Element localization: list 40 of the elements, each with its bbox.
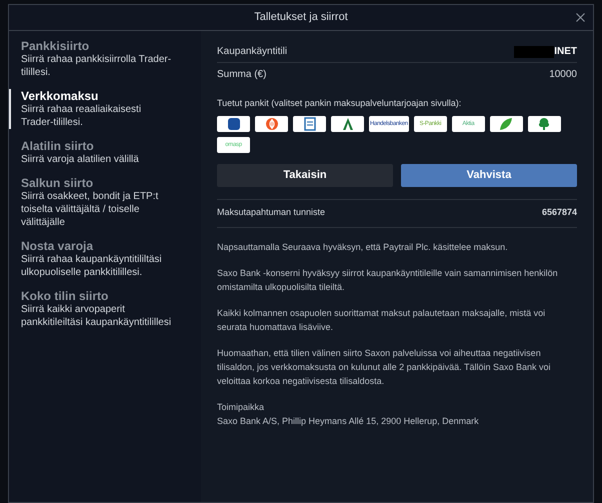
sidebar-item-description: Siirrä rahaa pankkisiirrolla Trader-tilillesi.: [21, 53, 172, 79]
info-paragraph: Saxo Bank -konserni hyväksyy siirrot kaupankäyntitileille vain samannimisen henkilön omistamilta ulkopuolisilta tileiltä.: [217, 266, 559, 294]
bank-tile[interactable]: [528, 116, 561, 132]
close-icon[interactable]: [576, 13, 585, 22]
sidebar-item[interactable]: Koko tilin siirto Siirrä kaikki arvopaperit pankkitileiltäsi kaupankäyntitilillesi: [9, 289, 201, 329]
sidebar-item-title: Pankkisiirto: [21, 39, 90, 53]
bank-tile[interactable]: [217, 116, 250, 132]
bank-tile[interactable]: [293, 116, 326, 132]
sidebar-item-title: Nosta varoja: [21, 239, 94, 253]
sidebar-item-description: Siirrä osakkeet, bondit ja ETP:t toiselta välittäjältä / toiselle välittäjälle: [21, 190, 160, 229]
field-value: INET: [554, 45, 577, 59]
sidebar-item-description: Siirrä rahaa reaaliaikaisesti Trader-tilillesi.: [21, 103, 142, 129]
sidebar-item[interactable]: Salkun siirto Siirrä osakkeet, bondit ja ETP:t toiselta välittäjältä / toiselle välittäjälle: [9, 176, 201, 229]
transaction-id: 6567874: [542, 206, 577, 220]
info-paragraph: Kaikki kolmannen osapuolen suorittamat maksut palautetaan maksajalle, mistä voi seurata huomattava lisäviive.: [217, 306, 546, 334]
window-title: Talletukset ja siirrot: [254, 10, 348, 26]
field-value: 10000: [549, 68, 577, 82]
bank-tile[interactable]: [255, 116, 288, 132]
sidebar-item-description: Siirrä varoja alatilien välillä: [21, 153, 140, 166]
sidebar-item-title: Koko tilin siirto: [21, 289, 110, 303]
bank-tile[interactable]: [331, 116, 364, 132]
sidebar-item[interactable]: Pankkisiirto Siirrä rahaa pankkisiirrolla Trader-tilillesi.: [9, 39, 201, 79]
transaction-label: Maksutapahtuman tunniste: [217, 206, 326, 220]
address-line: Toimipaikka: [217, 400, 266, 414]
field-label: Summa (€): [217, 68, 266, 82]
sidebar-item-description: Siirrä kaikki arvopaperit pankkitileiltäsi kaupankäyntitilillesi: [21, 303, 172, 329]
bank-tile[interactable]: [490, 116, 523, 132]
back-button[interactable]: Takaisin: [217, 164, 393, 186]
field-label: Kaupankäyntitili: [217, 45, 288, 59]
confirm-button[interactable]: Vahvista: [401, 164, 577, 186]
info-paragraph: Huomaathan, että tilien välinen siirto Saxon palveluissa voi aiheuttaa negatiivisen tilisaldon, jos verkkomaksusta on kulunut alle 2 pankkipäivää. Tällöin Saxo Bank voi veloittaa korkoa negatiivisesta tilisaldosta.: [217, 346, 552, 388]
sidebar-item-title: Verkkomaksu: [21, 89, 100, 103]
info-paragraph: Napsauttamalla Seuraava hyväksyn, että Paytrail Plc. käsittelee maksun.: [217, 240, 509, 254]
sidebar-item-title: Salkun siirto: [21, 176, 94, 190]
sidebar-item-description: Siirrä rahaa kaupankäyntitililtäsi ulkopuoliselle pankkitilillesi.: [21, 253, 163, 279]
sidebar-item[interactable]: Alatilin siirto Siirrä varoja alatilien välillä: [9, 139, 201, 166]
sidebar-item[interactable]: Nosta varoja Siirrä rahaa kaupankäyntitililtäsi ulkopuoliselle pankkitilillesi.: [9, 239, 201, 279]
address-line: Saxo Bank A/S, Phillip Heymans Allé 15, 2900 Hellerup, Denmark: [217, 414, 480, 428]
sidebar-item-title: Alatilin siirto: [21, 139, 95, 153]
banks-label: Tuetut pankit (valitset pankin maksupalveluntarjoajan sivulla):: [217, 97, 462, 110]
